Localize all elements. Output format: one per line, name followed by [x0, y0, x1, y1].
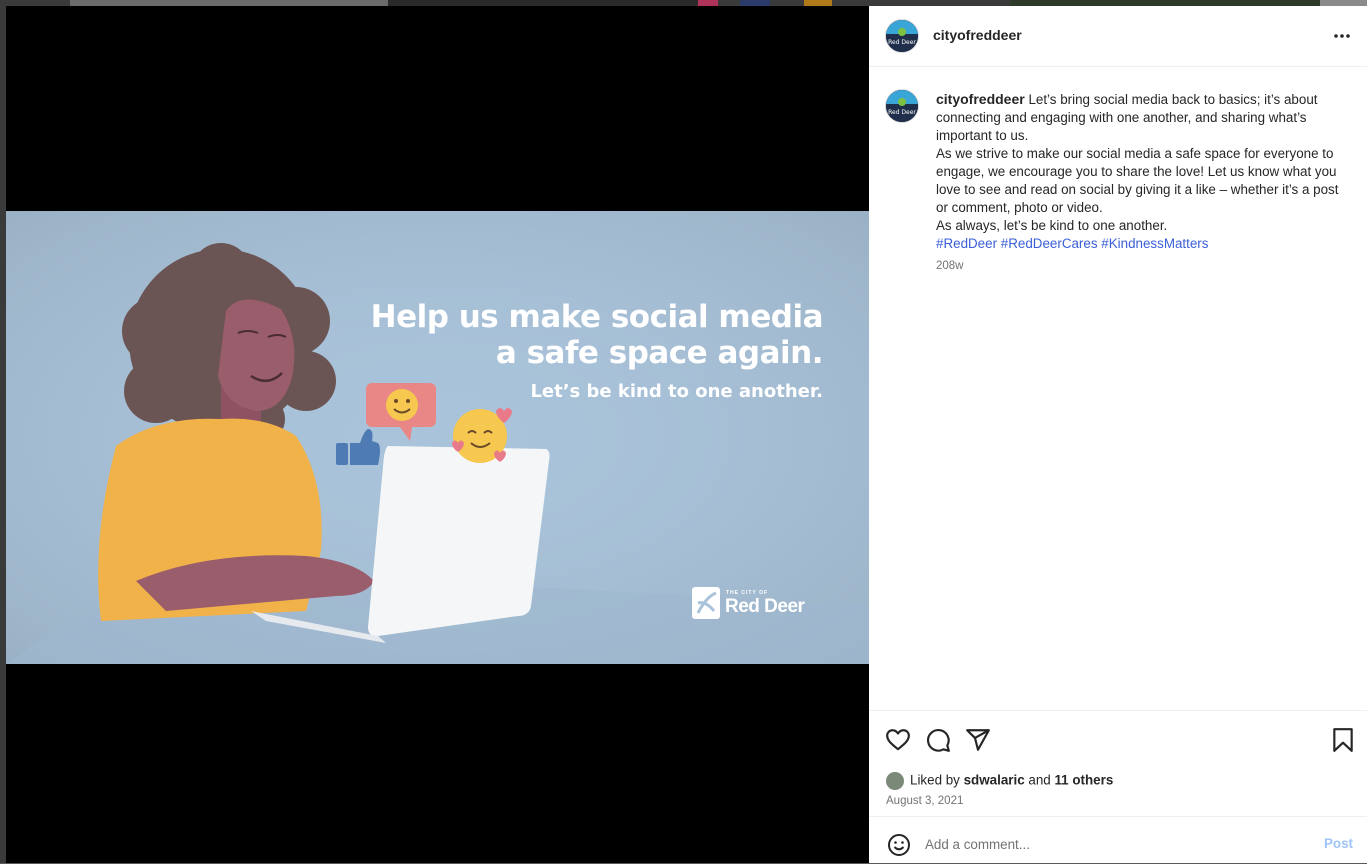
send-icon[interactable]: [965, 727, 991, 753]
red-deer-logo: THE CITY OF Red Deer: [692, 587, 832, 623]
post-image-subline: Let’s be kind to one another.: [530, 381, 823, 402]
post-actions: Liked by sdwalaric and 11 others August …: [869, 710, 1367, 821]
comment-bar: Post: [869, 816, 1367, 864]
post-date[interactable]: August 3, 2021: [886, 795, 963, 807]
post-comment-button[interactable]: Post: [1324, 836, 1353, 851]
liker-username[interactable]: sdwalaric: [964, 773, 1025, 788]
post-age[interactable]: 208w: [936, 260, 964, 272]
post-side-panel: Red Deer cityofreddeer Red Deer cityofre…: [869, 6, 1367, 863]
heart-icon[interactable]: [885, 727, 911, 753]
liked-and: and: [1028, 772, 1051, 788]
liker-avatar[interactable]: [886, 772, 904, 790]
liked-prefix: Liked by: [910, 772, 960, 788]
red-deer-logo-icon: [692, 587, 720, 619]
emoji-icon[interactable]: [887, 833, 911, 857]
header-username[interactable]: cityofreddeer: [933, 27, 1022, 43]
headline-line-1: Help us make social media: [370, 299, 824, 335]
caption-paragraph-3: As always, let’s be kind to one another.: [936, 218, 1168, 233]
post-image[interactable]: Help us make social media a safe space a…: [6, 211, 869, 664]
hashtag-link[interactable]: #KindnessMatters: [1101, 236, 1208, 251]
post-header: Red Deer cityofreddeer: [869, 6, 1367, 67]
profile-avatar[interactable]: Red Deer: [885, 19, 919, 53]
post-image-headline: Help us make social media a safe space a…: [370, 299, 824, 371]
caption-avatar[interactable]: Red Deer: [885, 89, 919, 123]
svg-text:Red Deer: Red Deer: [888, 39, 916, 46]
hashtag-link[interactable]: #RedDeerCares: [1001, 236, 1098, 251]
svg-text:Red Deer: Red Deer: [888, 109, 916, 116]
hashtag-link[interactable]: #RedDeer: [936, 236, 997, 251]
headline-line-2: a safe space again.: [495, 335, 824, 371]
caption-text: cityofreddeer Let’s bring social media b…: [936, 90, 1354, 253]
caption-paragraph-2: As we strive to make our social media a …: [936, 146, 1339, 215]
post-media-pane: Help us make social media a safe space a…: [6, 6, 869, 863]
comment-input[interactable]: [925, 831, 1295, 857]
liked-others-link[interactable]: 11 others: [1054, 773, 1113, 788]
more-horizontal-icon[interactable]: [1333, 32, 1351, 40]
caption-username[interactable]: cityofreddeer: [936, 91, 1025, 107]
bookmark-icon[interactable]: [1330, 727, 1356, 753]
hashtag-list: #RedDeer #RedDeerCares #KindnessMatters: [936, 235, 1354, 253]
comment-icon[interactable]: [925, 727, 951, 753]
likes-summary: Liked by sdwalaric and 11 others: [886, 772, 1113, 790]
brand-name: Red Deer: [725, 596, 805, 617]
